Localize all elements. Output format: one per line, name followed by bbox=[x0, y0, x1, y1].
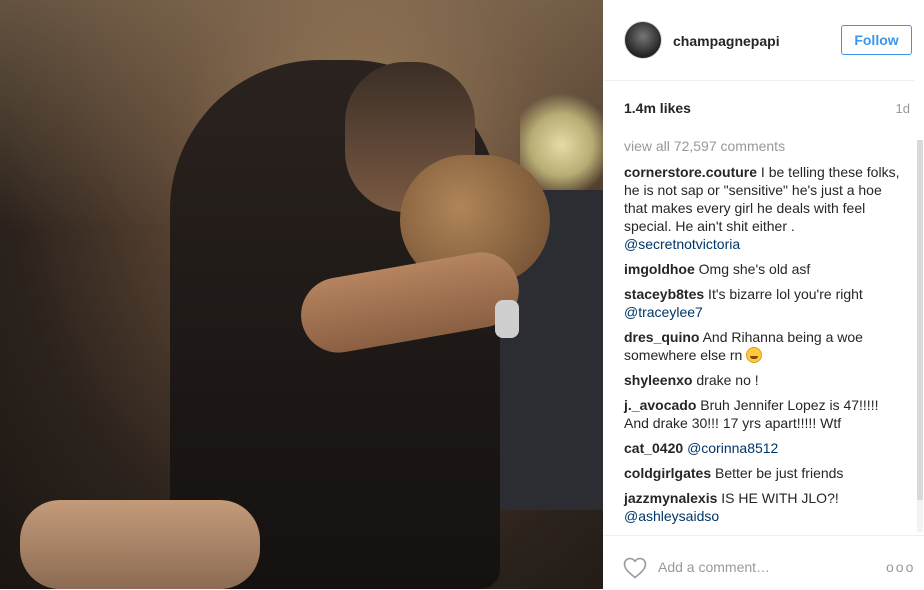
laughing-emoji-icon bbox=[746, 347, 763, 363]
comment-text: IS HE WITH JLO?! bbox=[717, 490, 839, 506]
follow-button[interactable]: Follow bbox=[841, 25, 912, 55]
comment-mention[interactable]: @corinna8512 bbox=[687, 440, 778, 456]
comment-username[interactable]: imgoldhoe bbox=[624, 261, 695, 277]
comment-username[interactable]: cornerstore.couture bbox=[624, 164, 757, 180]
comment-item: shyleenxo drake no ! bbox=[624, 371, 906, 389]
comment-item: j._avocado Bruh Jennifer Lopez is 47!!!!… bbox=[624, 396, 906, 432]
comment-item: cat_0420 @corinna8512 bbox=[624, 439, 906, 457]
post-time[interactable]: 1d bbox=[896, 101, 910, 116]
avatar[interactable] bbox=[624, 21, 662, 59]
post-header: champagnepapi Follow bbox=[603, 0, 914, 81]
comment-mention[interactable]: @ashleysaidso bbox=[624, 508, 719, 524]
comment-list: cornerstore.couture I be telling these f… bbox=[624, 163, 906, 532]
comment-username[interactable]: jazzmynalexis bbox=[624, 490, 717, 506]
comment-username[interactable]: coldgirlgates bbox=[624, 465, 711, 481]
comment-text: drake no ! bbox=[692, 372, 759, 388]
likes-count[interactable]: 1.4m likes bbox=[624, 100, 691, 116]
comment-username[interactable]: dres_quino bbox=[624, 329, 699, 345]
post-photo[interactable] bbox=[0, 0, 603, 589]
photo-watch bbox=[495, 300, 519, 338]
comment-item: dres_quino And Rihanna being a woe somew… bbox=[624, 328, 906, 364]
comment-item: cornerstore.couture I be telling these f… bbox=[624, 163, 906, 253]
more-options-button[interactable]: ooo bbox=[886, 559, 915, 575]
comment-text: It's bizarre lol you're right bbox=[704, 286, 863, 302]
comments-scrollbar[interactable] bbox=[917, 140, 923, 532]
comment-username[interactable]: cat_0420 bbox=[624, 440, 683, 456]
comment-item: coldgirlgates Better be just friends bbox=[624, 464, 906, 482]
view-all-comments-link[interactable]: view all 72,597 comments bbox=[624, 138, 785, 154]
post-side-panel: champagnepapi Follow 1.4m likes 1d view … bbox=[603, 0, 924, 589]
comment-footer: Add a comment… ooo bbox=[603, 535, 924, 590]
heart-icon[interactable] bbox=[623, 557, 647, 579]
comment-mention[interactable]: @secretnotvictoria bbox=[624, 236, 740, 252]
comment-username[interactable]: shyleenxo bbox=[624, 372, 692, 388]
comment-mention[interactable]: @traceylee7 bbox=[624, 304, 703, 320]
comment-item: jazzmynalexis IS HE WITH JLO?! @ashleysa… bbox=[624, 489, 906, 525]
comment-text: Better be just friends bbox=[711, 465, 844, 481]
scrollbar-thumb[interactable] bbox=[917, 140, 923, 500]
photo-legs bbox=[20, 500, 260, 589]
comment-text: Omg she's old asf bbox=[694, 261, 811, 277]
add-comment-input[interactable]: Add a comment… bbox=[658, 559, 770, 575]
comment-username[interactable]: staceyb8tes bbox=[624, 286, 704, 302]
username[interactable]: champagnepapi bbox=[673, 33, 780, 49]
comment-item: imgoldhoe Omg she's old asf bbox=[624, 260, 906, 278]
comment-item: staceyb8tes It's bizarre lol you're righ… bbox=[624, 285, 906, 321]
comment-username[interactable]: j._avocado bbox=[624, 397, 696, 413]
